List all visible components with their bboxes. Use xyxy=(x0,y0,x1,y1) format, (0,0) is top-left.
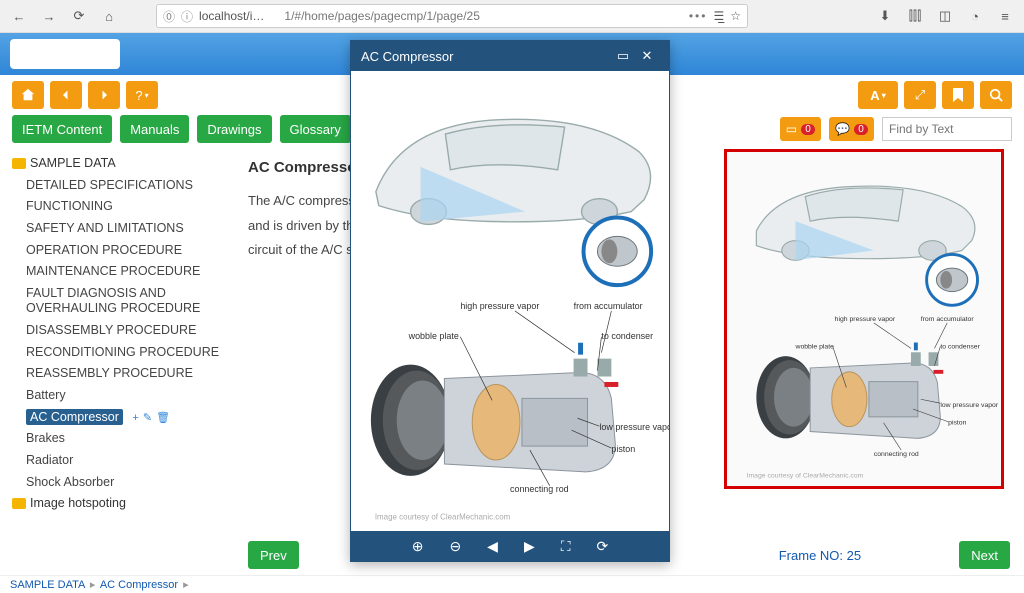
modal-title: AC Compressor xyxy=(361,49,611,64)
note-icon: ▭ xyxy=(786,122,797,136)
url-host: localhost/i… xyxy=(199,9,264,23)
tree-item[interactable]: FAULT DIAGNOSIS AND OVERHAULING PROCEDUR… xyxy=(12,283,226,320)
reset-icon[interactable]: ⟳ xyxy=(597,538,609,555)
downloads-icon[interactable]: ⬇ xyxy=(872,3,898,29)
modal: AC Compressor ▭ ✕ xyxy=(350,40,670,562)
frame-number: Frame NO: 25 xyxy=(779,548,861,563)
breadcrumb-seg[interactable]: AC Compressor xyxy=(100,579,178,591)
tree-item[interactable]: RECONDITIONING PROCEDURE xyxy=(12,342,226,364)
svg-text:high pressure vapor: high pressure vapor xyxy=(835,316,896,323)
edit-icon[interactable]: ✎ xyxy=(143,412,152,426)
reader-icon[interactable]: ☰̲ xyxy=(713,9,724,23)
svg-text:piston: piston xyxy=(611,444,635,454)
tab-glossary[interactable]: Glossary xyxy=(280,115,351,143)
library-icon[interactable]: ⫿⫿⫿ xyxy=(902,3,928,29)
url-path: 1/#/home/pages/pagecmp/1/page/25 xyxy=(284,9,479,23)
tree-item[interactable]: Battery xyxy=(12,385,226,407)
svg-text:piston: piston xyxy=(948,420,966,427)
svg-text:from accumulator: from accumulator xyxy=(574,301,643,311)
tree-item-selected[interactable]: AC Compressor + ✎ 🗑 xyxy=(12,407,226,429)
font-button[interactable]: A xyxy=(858,81,898,109)
svg-text:low pressure vapor: low pressure vapor xyxy=(940,402,999,409)
menu-icon[interactable]: ≡ xyxy=(992,3,1018,29)
svg-text:to condenser: to condenser xyxy=(940,343,980,350)
svg-text:wobble plate: wobble plate xyxy=(795,343,835,350)
search-button[interactable] xyxy=(980,81,1012,109)
delete-icon[interactable]: 🗑 xyxy=(156,412,170,426)
tree-item[interactable]: Shock Absorber xyxy=(12,472,226,494)
zoom-in-icon[interactable]: ⊕ xyxy=(412,538,424,555)
comments-count: 0 xyxy=(854,124,868,135)
breadcrumb: SAMPLE DATA ▸ AC Compressor ▸ xyxy=(0,575,1024,593)
tab-drawings[interactable]: Drawings xyxy=(197,115,271,143)
tree-item[interactable]: SAFETY AND LIMITATIONS xyxy=(12,218,226,240)
chat-icon: 💬 xyxy=(835,122,850,136)
tree-item[interactable]: FUNCTIONING xyxy=(12,196,226,218)
modal-maximize-icon[interactable]: ▭ xyxy=(611,48,635,64)
shield-icon: 🄋 xyxy=(163,8,175,25)
browser-chrome: ← → ⟳ ⌂ 🄋 ⓘ localhost/i… 1/#/home/pages/… xyxy=(0,0,1024,33)
breadcrumb-seg[interactable]: SAMPLE DATA xyxy=(10,579,85,591)
tree-item[interactable]: OPERATION PROCEDURE xyxy=(12,240,226,262)
modal-footer: ⊕ ⊖ ◀ ▶ ⛶ ⟳ xyxy=(351,531,669,561)
modal-diagram-svg: high pressure vapor from accumulator wob… xyxy=(351,71,669,531)
comments-chip[interactable]: 💬 0 xyxy=(829,117,874,141)
help-button[interactable]: ? xyxy=(126,81,158,109)
back-icon[interactable]: ← xyxy=(6,3,32,29)
prev-image-icon[interactable]: ◀ xyxy=(487,538,498,555)
tree-item[interactable]: REASSEMBLY PROCEDURE xyxy=(12,363,226,385)
tree-item[interactable]: MAINTENANCE PROCEDURE xyxy=(12,261,226,283)
folder-icon xyxy=(12,158,26,169)
modal-header[interactable]: AC Compressor ▭ ✕ xyxy=(351,41,669,71)
prev-button[interactable]: Prev xyxy=(248,541,299,569)
annotations-count: 0 xyxy=(801,124,815,135)
folder-icon xyxy=(12,498,26,509)
sidebar: SAMPLE DATA DETAILED SPECIFICATIONS FUNC… xyxy=(0,149,234,535)
tree-folder-hotspot[interactable]: Image hotspoting xyxy=(12,493,226,515)
svg-text:to condenser: to condenser xyxy=(601,331,653,341)
tree-item[interactable]: DETAILED SPECIFICATIONS xyxy=(12,175,226,197)
tab-ietm-content[interactable]: IETM Content xyxy=(12,115,112,143)
svg-text:connecting rod: connecting rod xyxy=(510,484,569,494)
svg-text:Image courtesy of ClearMechani: Image courtesy of ClearMechanic.com xyxy=(747,473,864,480)
address-bar[interactable]: 🄋 ⓘ localhost/i… 1/#/home/pages/pagecmp/… xyxy=(156,4,748,28)
forward-button[interactable] xyxy=(88,81,120,109)
account-icon[interactable]: ◔ xyxy=(962,3,988,29)
svg-text:low pressure vapor: low pressure vapor xyxy=(599,422,669,432)
forward-icon[interactable]: → xyxy=(36,3,62,29)
modal-body: high pressure vapor from accumulator wob… xyxy=(351,71,669,531)
zoom-out-icon[interactable]: ⊖ xyxy=(449,538,461,555)
bookmark-button[interactable] xyxy=(942,81,974,109)
tree-item[interactable]: Radiator xyxy=(12,450,226,472)
svg-text:from accumulator: from accumulator xyxy=(921,316,975,323)
reload-icon[interactable]: ⟳ xyxy=(66,3,92,29)
find-input[interactable] xyxy=(882,117,1012,141)
info-icon: ⓘ xyxy=(181,8,193,25)
expand-button[interactable]: ⤢ xyxy=(904,81,936,109)
diagram-svg: high pressure vapor from accumulator wob… xyxy=(727,152,1001,486)
next-image-icon[interactable]: ▶ xyxy=(524,538,535,555)
svg-text:connecting rod: connecting rod xyxy=(874,451,919,458)
star-icon[interactable]: ☆ xyxy=(730,9,741,23)
add-icon[interactable]: + xyxy=(132,412,138,426)
tree-folder-sample[interactable]: SAMPLE DATA xyxy=(12,153,226,175)
annotations-chip[interactable]: ▭ 0 xyxy=(780,117,821,141)
svg-text:Image courtesy of ClearMechani: Image courtesy of ClearMechanic.com xyxy=(375,513,511,522)
app-logo xyxy=(10,39,120,69)
svg-text:wobble plate: wobble plate xyxy=(408,331,459,341)
tab-manuals[interactable]: Manuals xyxy=(120,115,189,143)
more-icon[interactable]: ••• xyxy=(689,9,708,23)
next-button[interactable]: Next xyxy=(959,541,1010,569)
back-button[interactable] xyxy=(50,81,82,109)
sidebar-icon[interactable]: ◫ xyxy=(932,3,958,29)
home-icon[interactable]: ⌂ xyxy=(96,3,122,29)
modal-close-icon[interactable]: ✕ xyxy=(635,48,659,64)
tree-item[interactable]: DISASSEMBLY PROCEDURE xyxy=(12,320,226,342)
fullscreen-icon[interactable]: ⛶ xyxy=(561,538,571,555)
svg-text:high pressure vapor: high pressure vapor xyxy=(460,301,539,311)
tree-item[interactable]: Brakes xyxy=(12,428,226,450)
figure-thumbnail[interactable]: high pressure vapor from accumulator wob… xyxy=(724,149,1004,489)
home-button[interactable] xyxy=(12,81,44,109)
